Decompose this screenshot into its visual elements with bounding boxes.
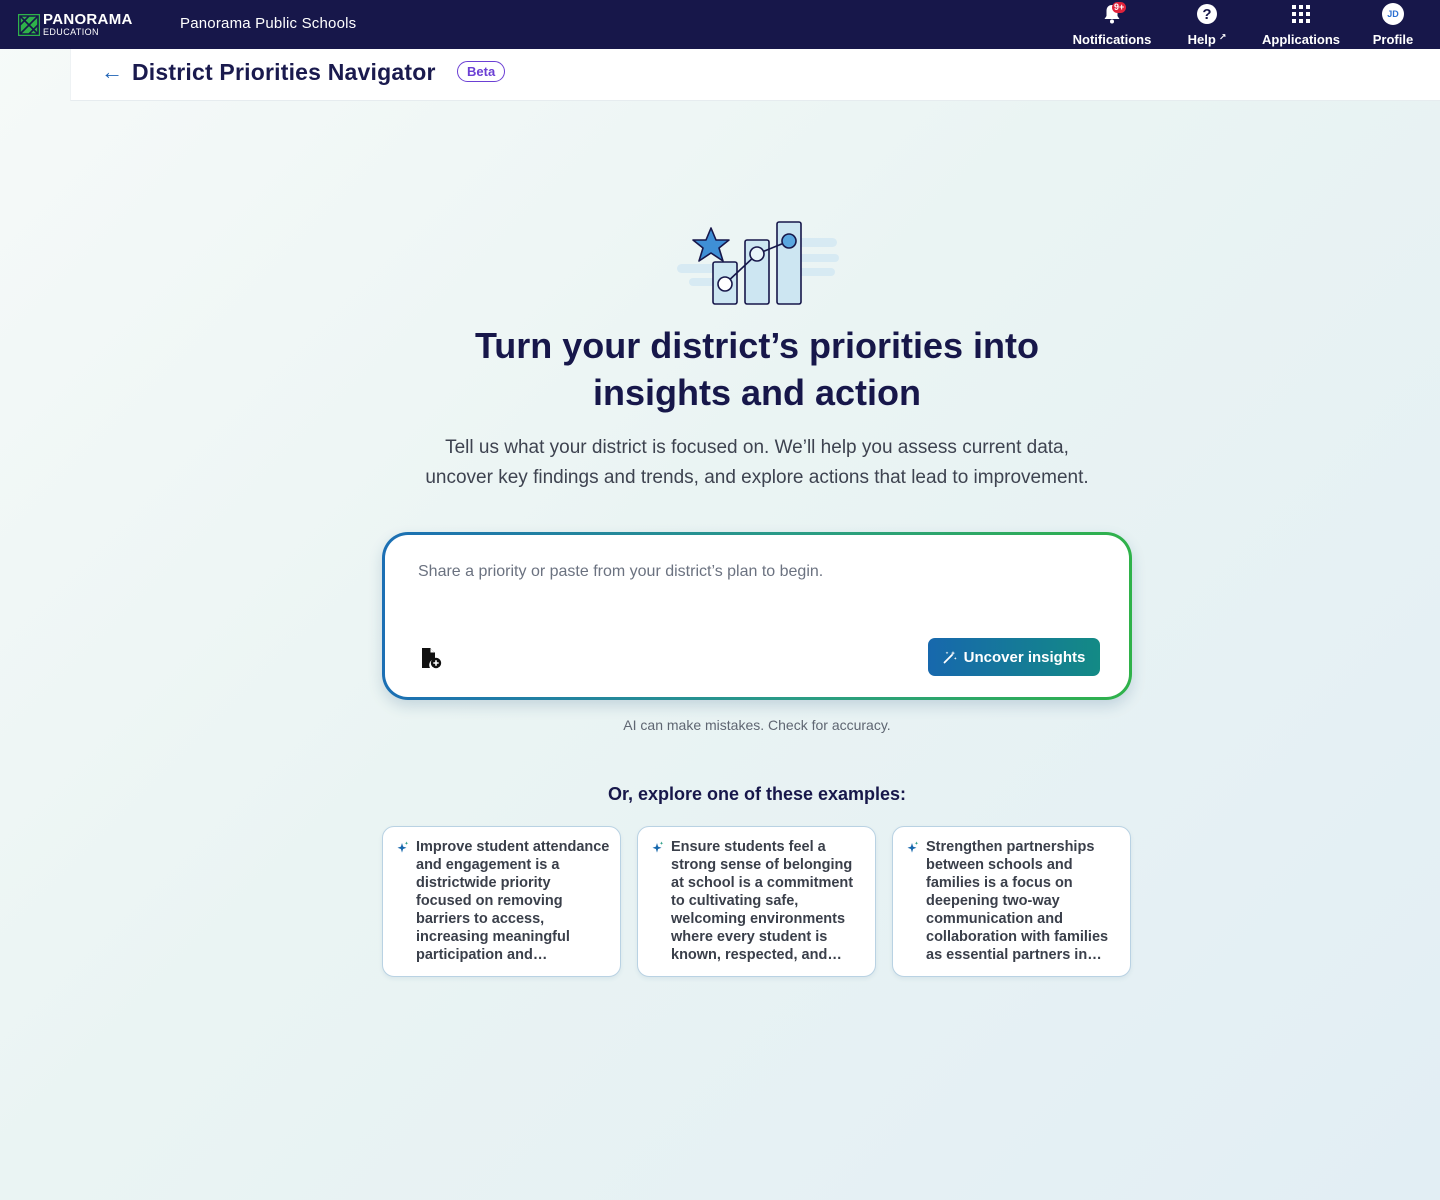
example-card-text: Strengthen partnerships between schools … [926, 839, 1109, 963]
sparkle-icon [397, 841, 409, 853]
applications-button[interactable]: Applications [1260, 3, 1342, 47]
hero-headline-line-1: Turn your district’s priorities into [474, 325, 1040, 366]
sparkle-icon [652, 841, 664, 853]
examples-title: Or, explore one of these examples: [607, 784, 907, 804]
applications-label: Applications [1261, 32, 1340, 47]
example-card-text: Ensure students feel a strong sense of b… [671, 839, 854, 963]
notifications-button[interactable]: 9+ Notifications [1071, 2, 1153, 47]
hero-headline: Turn your district’s priorities into ins… [380, 322, 1134, 416]
logo-subtitle: EDUCATION [43, 27, 99, 37]
priority-input[interactable] [418, 563, 1098, 581]
sparkle-icon [907, 841, 919, 853]
uncover-insights-button[interactable]: Uncover insights [928, 638, 1100, 676]
example-card-text: Improve student attendance and engagemen… [416, 839, 610, 963]
profile-label: Profile [1372, 32, 1414, 47]
top-nav: PANORAMA EDUCATION Panorama Public Schoo… [0, 0, 1440, 49]
external-link-icon: ↗ [1218, 32, 1227, 42]
uncover-insights-label: Uncover insights [963, 648, 1086, 666]
hero-headline-line-2: insights and action [592, 372, 922, 413]
example-card[interactable]: Improve student attendance and engagemen… [382, 826, 621, 977]
org-name: Panorama Public Schools [180, 15, 357, 32]
logo-wordmark: PANORAMA [43, 11, 133, 28]
panorama-logo-icon [18, 13, 40, 36]
back-arrow-icon[interactable]: ← [101, 61, 123, 83]
example-card[interactable]: Ensure students feel a strong sense of b… [637, 826, 876, 977]
ai-disclaimer: AI can make mistakes. Check for accuracy… [623, 717, 891, 733]
apps-grid-icon [1292, 5, 1310, 23]
hero-subtext-line-2: uncover key findings and trends, and exp… [425, 467, 1089, 488]
chart-illustration [677, 221, 839, 305]
beta-badge: Beta [457, 61, 506, 82]
help-button[interactable]: ? Help ↗ [1185, 3, 1229, 47]
notification-count-badge: 9+ [1112, 2, 1127, 13]
avatar: JD [1382, 3, 1404, 25]
hero-subtext-line-1: Tell us what your district is focused on… [445, 437, 1069, 458]
page-title: District Priorities Navigator [132, 59, 436, 85]
notifications-label: Notifications [1072, 32, 1152, 47]
hero-subtext: Tell us what your district is focused on… [380, 433, 1134, 493]
magic-wand-icon [943, 651, 957, 664]
profile-button[interactable]: JD Profile [1370, 3, 1416, 47]
panorama-logo[interactable]: PANORAMA EDUCATION [18, 12, 133, 37]
example-card[interactable]: Strengthen partnerships between schools … [892, 826, 1131, 977]
prompt-box: Uncover insights [382, 532, 1132, 700]
help-label: Help [1187, 32, 1216, 47]
page-header: ← District Priorities Navigator Beta [70, 49, 1440, 101]
attach-file-icon[interactable] [420, 647, 442, 669]
help-icon: ? [1197, 4, 1217, 24]
